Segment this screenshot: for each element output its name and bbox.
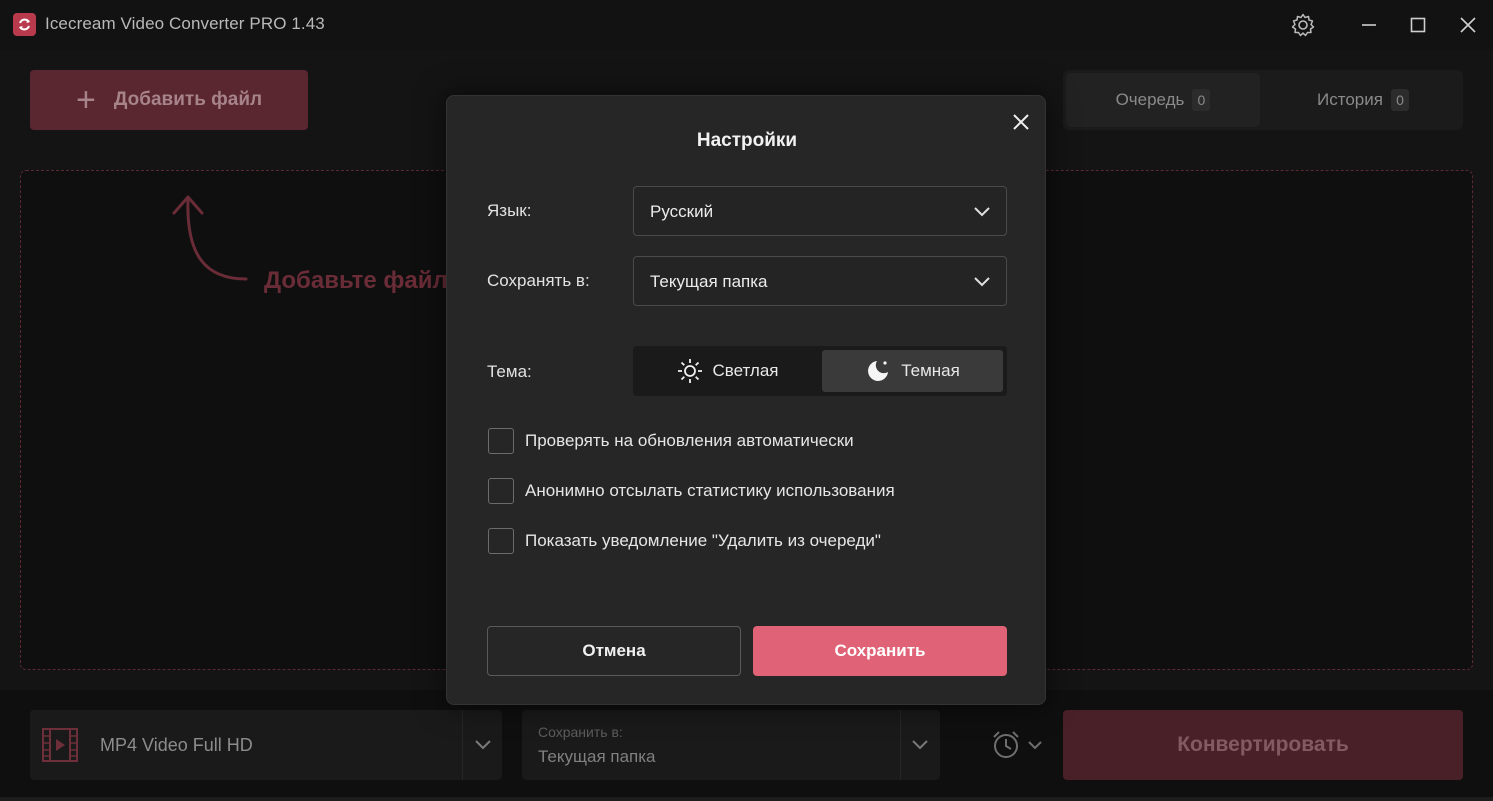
tab-queue[interactable]: Очередь 0 (1066, 73, 1260, 127)
save-button[interactable]: Сохранить (753, 626, 1007, 676)
taskbar-strip (0, 797, 1493, 801)
checkbox[interactable] (488, 528, 514, 554)
bottom-bar: MP4 Video Full HD Сохранить в: Текущая п… (0, 690, 1493, 801)
add-file-label: Добавить файл (113, 89, 263, 110)
divider (900, 710, 901, 780)
tab-history-count: 0 (1390, 89, 1409, 111)
title-bar: Icecream Video Converter PRO 1.43 (0, 0, 1493, 50)
save-to-label: Сохранять в: (487, 271, 590, 290)
add-file-button[interactable]: + Добавить файл (30, 70, 308, 130)
format-name: MP4 Video Full HD (100, 735, 253, 755)
chevron-down-icon (1028, 741, 1042, 750)
divider (462, 710, 463, 780)
film-icon (42, 728, 78, 762)
theme-dark-option[interactable]: Темная (822, 350, 1003, 392)
theme-light-option[interactable]: Светлая (637, 350, 818, 392)
checkbox[interactable] (488, 428, 514, 454)
app-logo-icon (13, 13, 36, 36)
plus-icon: + (76, 81, 96, 119)
schedule-button[interactable] (990, 728, 1050, 762)
cancel-button[interactable]: Отмена (487, 626, 741, 676)
theme-toggle: Светлая Темная (633, 346, 1007, 396)
tab-queue-count: 0 (1192, 89, 1211, 111)
language-value: Русский (650, 202, 714, 221)
queue-history-tabs: Очередь 0 История 0 (1063, 70, 1463, 130)
save-location-caption: Сохранить в: (538, 724, 623, 740)
checkbox-label: Показать уведомление "Удалить из очереди… (525, 531, 881, 550)
window-title: Icecream Video Converter PRO 1.43 (45, 14, 325, 33)
theme-light-label: Светлая (712, 361, 779, 380)
close-icon[interactable] (1453, 10, 1483, 40)
checkbox[interactable] (488, 478, 514, 504)
language-select[interactable]: Русский (633, 186, 1007, 236)
settings-dialog: Настройки Язык: Русский Сохранять в: Тек… (446, 95, 1046, 705)
format-select[interactable]: MP4 Video Full HD (30, 710, 502, 780)
theme-label: Тема: (487, 362, 532, 381)
sun-icon (677, 359, 702, 383)
chevron-down-icon (475, 740, 491, 750)
moon-icon (868, 361, 889, 381)
checkbox-label: Анонимно отсылать статистику использован… (525, 481, 895, 500)
theme-dark-label: Темная (901, 361, 960, 380)
settings-gear-icon[interactable] (1288, 10, 1318, 40)
chevron-down-icon (912, 740, 928, 750)
checkbox-label: Проверять на обновления автоматически (525, 431, 854, 450)
checkbox-remove-notification[interactable]: Показать уведомление "Удалить из очереди… (488, 528, 881, 554)
drop-zone-hint: Добавьте файлы (264, 267, 469, 294)
convert-button[interactable]: Конвертировать (1063, 710, 1463, 780)
language-label: Язык: (487, 201, 532, 220)
save-location-select[interactable]: Сохранить в: Текущая папка (522, 710, 940, 780)
save-location-value: Текущая папка (538, 747, 656, 766)
alarm-clock-icon (993, 731, 1019, 758)
dialog-title: Настройки (696, 130, 798, 151)
checkbox-anonymous-stats[interactable]: Анонимно отсылать статистику использован… (488, 478, 895, 504)
chevron-down-icon (974, 277, 990, 287)
chevron-down-icon (974, 207, 990, 217)
tab-history-label: История (1317, 90, 1383, 109)
maximize-icon[interactable] (1403, 10, 1433, 40)
tab-queue-label: Очередь (1115, 90, 1185, 109)
save-to-value: Текущая папка (650, 272, 768, 291)
curved-arrow-icon (172, 195, 248, 281)
minimize-icon[interactable] (1354, 10, 1384, 40)
save-to-select[interactable]: Текущая папка (633, 256, 1007, 306)
tab-history[interactable]: История 0 (1266, 73, 1460, 127)
checkbox-auto-update[interactable]: Проверять на обновления автоматически (488, 428, 854, 454)
